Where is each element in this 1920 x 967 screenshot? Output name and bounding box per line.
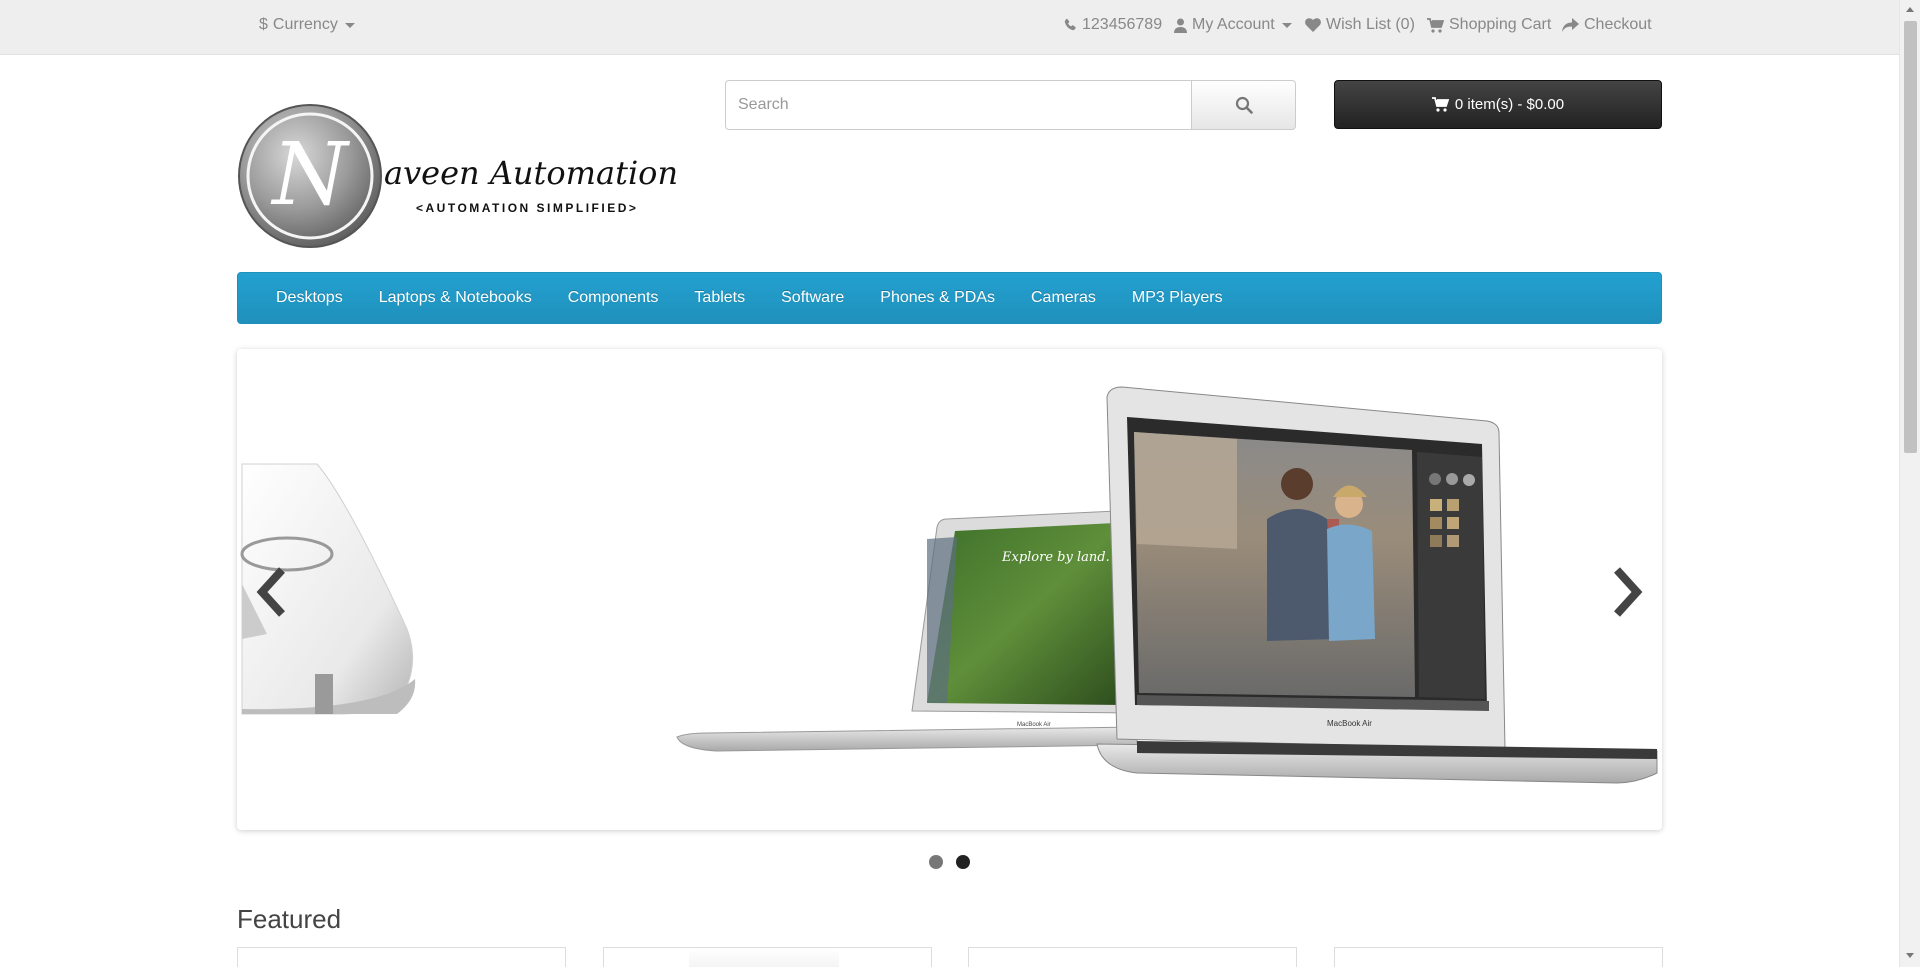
shopping-cart-label: Shopping Cart	[1449, 16, 1552, 33]
scrollbar-thumb[interactable]	[1904, 21, 1917, 453]
pagination-dot-1[interactable]	[929, 855, 943, 869]
slideshow-pagination	[929, 855, 970, 869]
checkout-link[interactable]: Checkout	[1562, 16, 1652, 34]
currency-label: Currency	[272, 16, 338, 33]
featured-heading: Featured	[237, 904, 342, 934]
phone-icon	[1064, 18, 1076, 31]
search-input[interactable]	[725, 80, 1192, 130]
slide-image: Explore by land. MacBook Air MacBook Air	[240, 386, 1658, 784]
caret-down-icon	[1281, 22, 1292, 28]
shopping-cart-icon	[1427, 17, 1444, 33]
phone-link[interactable]: 123456789	[1063, 16, 1162, 34]
product-card[interactable]	[237, 947, 566, 967]
menu-item-components[interactable]: Components	[550, 289, 677, 307]
cart-total: 0 item(s) - $0.00	[1454, 96, 1565, 113]
menu-item-software[interactable]: Software	[763, 289, 862, 307]
menu-item-mp3-players[interactable]: MP3 Players	[1114, 289, 1241, 307]
shopping-cart-icon	[1431, 97, 1449, 112]
product-card[interactable]	[968, 947, 1297, 967]
shopping-cart-link[interactable]: Shopping Cart	[1427, 16, 1551, 34]
svg-text:MacBook Air: MacBook Air	[1327, 719, 1372, 728]
menu-item-laptops-notebooks[interactable]: Laptops & Notebooks	[361, 289, 550, 307]
currency-dropdown[interactable]: $ Currency	[259, 16, 355, 34]
macbook-front-image: MacBook Air	[1096, 386, 1658, 784]
phone-number: 123456789	[1082, 16, 1163, 33]
heart-icon	[1305, 18, 1321, 32]
slide-prev-button[interactable]	[252, 564, 292, 620]
product-card[interactable]	[1334, 947, 1663, 967]
slideshow[interactable]: Explore by land. MacBook Air MacBook Air	[237, 349, 1662, 830]
menu-item-phones-pdas[interactable]: Phones & PDAs	[862, 289, 1013, 307]
slide-next-button[interactable]	[1607, 564, 1647, 620]
menu-item-cameras[interactable]: Cameras	[1013, 289, 1114, 307]
chevron-left-icon	[256, 567, 285, 617]
cart-button[interactable]: 0 item(s) - $0.00	[1334, 80, 1662, 129]
svg-text:N: N	[270, 125, 350, 225]
scroll-up-arrow-icon[interactable]	[1906, 7, 1914, 12]
currency-symbol: $	[259, 16, 268, 33]
svg-text:MacBook Air: MacBook Air	[1017, 722, 1051, 728]
menu-item-tablets[interactable]: Tablets	[676, 289, 763, 307]
svg-text:<AUTOMATION SIMPLIFIED>: <AUTOMATION SIMPLIFIED>	[416, 201, 638, 215]
svg-text:aveen Automation Labs: aveen Automation Labs	[384, 154, 687, 192]
scroll-down-arrow-icon[interactable]	[1906, 953, 1914, 958]
top-bar: $ Currency 123456789 My Account Wish Lis…	[0, 0, 1899, 55]
user-icon	[1174, 18, 1187, 33]
wish-list-link[interactable]: Wish List (0)	[1305, 16, 1415, 34]
my-account-label: My Account	[1192, 16, 1275, 33]
chevron-right-icon	[1614, 567, 1643, 617]
macbook-back-image: Explore by land. MacBook Air	[676, 510, 1138, 752]
search-icon	[1235, 96, 1253, 114]
product-thumbnail	[689, 948, 839, 967]
checkout-label: Checkout	[1584, 16, 1652, 33]
my-account-dropdown[interactable]: My Account	[1174, 16, 1292, 34]
main-menu: Desktops Laptops & Notebooks Components …	[237, 272, 1662, 324]
pagination-dot-2-active[interactable]	[956, 855, 970, 869]
share-arrow-icon	[1562, 18, 1579, 32]
site-logo[interactable]: N aveen Automation Labs <AUTOMATION SIMP…	[237, 104, 765, 249]
search-button[interactable]	[1191, 80, 1296, 130]
product-card[interactable]	[603, 947, 932, 967]
menu-item-desktops[interactable]: Desktops	[258, 289, 361, 307]
page-scrollbar[interactable]	[1899, 0, 1920, 967]
wish-list-label: Wish List (0)	[1326, 16, 1415, 33]
svg-text:Explore by land.: Explore by land.	[1001, 550, 1110, 565]
caret-down-icon	[344, 22, 355, 28]
